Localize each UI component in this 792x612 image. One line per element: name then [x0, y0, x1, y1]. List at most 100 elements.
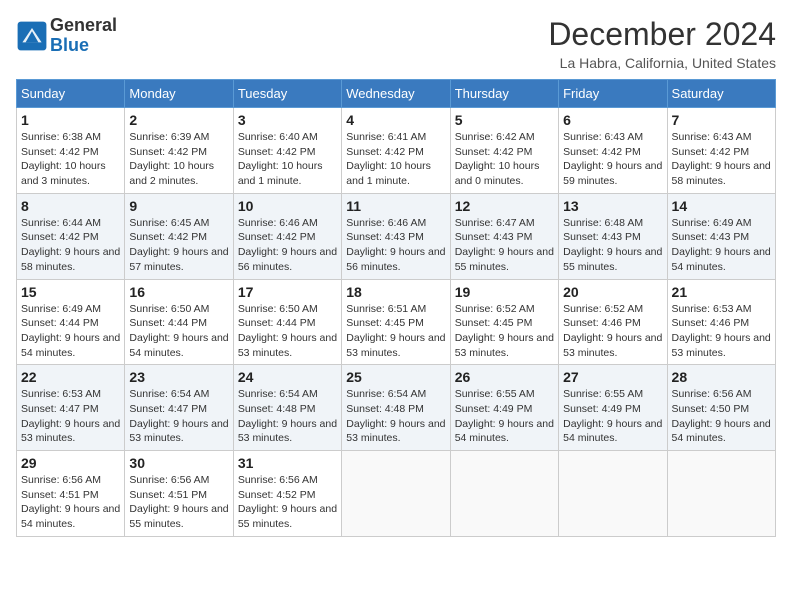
day-number: 10: [238, 198, 337, 214]
day-number: 13: [563, 198, 662, 214]
calendar-cell: 16Sunrise: 6:50 AMSunset: 4:44 PMDayligh…: [125, 279, 233, 365]
day-info: Sunrise: 6:51 AMSunset: 4:45 PMDaylight:…: [346, 302, 445, 361]
calendar-week-3: 15Sunrise: 6:49 AMSunset: 4:44 PMDayligh…: [17, 279, 776, 365]
calendar-cell: 31 Sunrise: 6:56 AMSunset: 4:52 PMDayligh…: [233, 451, 341, 537]
day-number: 8: [21, 198, 120, 214]
calendar-cell: 21 Sunrise: 6:53 AMSunset: 4:46 PMDayligh…: [667, 279, 775, 365]
day-info: Sunrise: 6:54 AMSunset: 4:47 PMDaylight:…: [129, 387, 228, 446]
day-info: Sunrise: 6:52 AMSunset: 4:46 PMDaylight:…: [563, 302, 662, 361]
day-number: 1: [21, 112, 120, 128]
day-number: 18: [346, 284, 445, 300]
day-info: Sunrise: 6:46 AMSunset: 4:43 PMDaylight:…: [346, 216, 445, 275]
day-number: 5: [455, 112, 554, 128]
title-block: December 2024 La Habra, California, Unit…: [548, 16, 776, 71]
day-info: Sunrise: 6:48 AMSunset: 4:43 PMDaylight:…: [563, 216, 662, 275]
day-info: Sunrise: 6:40 AMSunset: 4:42 PMDaylight:…: [238, 130, 337, 189]
calendar-cell: 10 Sunrise: 6:46 AMSunset: 4:42 PMDayligh…: [233, 193, 341, 279]
day-info: Sunrise: 6:52 AMSunset: 4:45 PMDaylight:…: [455, 302, 554, 361]
day-number: 23: [129, 369, 228, 385]
day-info: Sunrise: 6:46 AMSunset: 4:42 PMDaylight:…: [238, 216, 337, 275]
header-wednesday: Wednesday: [342, 80, 450, 108]
day-number: 7: [672, 112, 771, 128]
calendar-cell: 4 Sunrise: 6:41 AMSunset: 4:42 PMDaylight…: [342, 108, 450, 194]
location-text: La Habra, California, United States: [548, 55, 776, 71]
day-number: 17: [238, 284, 337, 300]
month-title: December 2024: [548, 16, 776, 53]
day-info: Sunrise: 6:41 AMSunset: 4:42 PMDaylight:…: [346, 130, 445, 189]
calendar-cell: 13 Sunrise: 6:48 AMSunset: 4:43 PMDayligh…: [559, 193, 667, 279]
calendar-cell: 1Sunrise: 6:38 AMSunset: 4:42 PMDaylight…: [17, 108, 125, 194]
day-info: Sunrise: 6:56 AMSunset: 4:50 PMDaylight:…: [672, 387, 771, 446]
day-number: 27: [563, 369, 662, 385]
day-info: Sunrise: 6:42 AMSunset: 4:42 PMDaylight:…: [455, 130, 554, 189]
calendar-cell: 11 Sunrise: 6:46 AMSunset: 4:43 PMDayligh…: [342, 193, 450, 279]
day-number: 4: [346, 112, 445, 128]
day-info: Sunrise: 6:53 AMSunset: 4:46 PMDaylight:…: [672, 302, 771, 361]
calendar-cell: 23 Sunrise: 6:54 AMSunset: 4:47 PMDayligh…: [125, 365, 233, 451]
calendar-cell: [559, 451, 667, 537]
calendar-cell: 17Sunrise: 6:50 AMSunset: 4:44 PMDayligh…: [233, 279, 341, 365]
day-number: 6: [563, 112, 662, 128]
day-number: 3: [238, 112, 337, 128]
day-number: 26: [455, 369, 554, 385]
calendar-cell: 20 Sunrise: 6:52 AMSunset: 4:46 PMDayligh…: [559, 279, 667, 365]
day-info: Sunrise: 6:49 AMSunset: 4:44 PMDaylight:…: [21, 302, 120, 361]
calendar-cell: 29Sunrise: 6:56 AMSunset: 4:51 PMDayligh…: [17, 451, 125, 537]
header-monday: Monday: [125, 80, 233, 108]
day-number: 21: [672, 284, 771, 300]
calendar-cell: 19 Sunrise: 6:52 AMSunset: 4:45 PMDayligh…: [450, 279, 558, 365]
day-info: Sunrise: 6:43 AMSunset: 4:42 PMDaylight:…: [672, 130, 771, 189]
day-number: 16: [129, 284, 228, 300]
calendar-week-5: 29Sunrise: 6:56 AMSunset: 4:51 PMDayligh…: [17, 451, 776, 537]
calendar-cell: 26 Sunrise: 6:55 AMSunset: 4:49 PMDayligh…: [450, 365, 558, 451]
page-header: General Blue December 2024 La Habra, Cal…: [16, 16, 776, 71]
day-number: 19: [455, 284, 554, 300]
calendar-cell: 14Sunrise: 6:49 AMSunset: 4:43 PMDayligh…: [667, 193, 775, 279]
day-number: 11: [346, 198, 445, 214]
calendar-header-row: SundayMondayTuesdayWednesdayThursdayFrid…: [17, 80, 776, 108]
day-number: 22: [21, 369, 120, 385]
day-info: Sunrise: 6:39 AMSunset: 4:42 PMDaylight:…: [129, 130, 228, 189]
day-info: Sunrise: 6:45 AMSunset: 4:42 PMDaylight:…: [129, 216, 228, 275]
day-info: Sunrise: 6:43 AMSunset: 4:42 PMDaylight:…: [563, 130, 662, 189]
calendar-week-2: 8 Sunrise: 6:44 AMSunset: 4:42 PMDaylight…: [17, 193, 776, 279]
day-number: 12: [455, 198, 554, 214]
calendar-cell: 7 Sunrise: 6:43 AMSunset: 4:42 PMDaylight…: [667, 108, 775, 194]
calendar-week-1: 1Sunrise: 6:38 AMSunset: 4:42 PMDaylight…: [17, 108, 776, 194]
day-info: Sunrise: 6:54 AMSunset: 4:48 PMDaylight:…: [346, 387, 445, 446]
day-info: Sunrise: 6:56 AMSunset: 4:52 PMDaylight:…: [238, 473, 337, 532]
logo-icon: [16, 20, 48, 52]
calendar-cell: [342, 451, 450, 537]
calendar-cell: 9Sunrise: 6:45 AMSunset: 4:42 PMDaylight…: [125, 193, 233, 279]
calendar-cell: 22Sunrise: 6:53 AMSunset: 4:47 PMDayligh…: [17, 365, 125, 451]
header-friday: Friday: [559, 80, 667, 108]
day-info: Sunrise: 6:55 AMSunset: 4:49 PMDaylight:…: [563, 387, 662, 446]
calendar-cell: 30Sunrise: 6:56 AMSunset: 4:51 PMDayligh…: [125, 451, 233, 537]
day-info: Sunrise: 6:44 AMSunset: 4:42 PMDaylight:…: [21, 216, 120, 275]
logo-blue-text: Blue: [50, 35, 89, 55]
calendar-cell: 28 Sunrise: 6:56 AMSunset: 4:50 PMDayligh…: [667, 365, 775, 451]
day-number: 20: [563, 284, 662, 300]
calendar-week-4: 22Sunrise: 6:53 AMSunset: 4:47 PMDayligh…: [17, 365, 776, 451]
calendar-table: SundayMondayTuesdayWednesdayThursdayFrid…: [16, 79, 776, 537]
calendar-cell: 2Sunrise: 6:39 AMSunset: 4:42 PMDaylight…: [125, 108, 233, 194]
calendar-cell: 3 Sunrise: 6:40 AMSunset: 4:42 PMDaylight…: [233, 108, 341, 194]
calendar-cell: 5 Sunrise: 6:42 AMSunset: 4:42 PMDaylight…: [450, 108, 558, 194]
header-tuesday: Tuesday: [233, 80, 341, 108]
day-number: 30: [129, 455, 228, 471]
calendar-cell: 25 Sunrise: 6:54 AMSunset: 4:48 PMDayligh…: [342, 365, 450, 451]
calendar-cell: 18 Sunrise: 6:51 AMSunset: 4:45 PMDayligh…: [342, 279, 450, 365]
day-number: 29: [21, 455, 120, 471]
logo-general-text: General: [50, 15, 117, 35]
day-number: 31: [238, 455, 337, 471]
day-number: 24: [238, 369, 337, 385]
day-info: Sunrise: 6:55 AMSunset: 4:49 PMDaylight:…: [455, 387, 554, 446]
logo: General Blue: [16, 16, 117, 56]
calendar-cell: 6 Sunrise: 6:43 AMSunset: 4:42 PMDaylight…: [559, 108, 667, 194]
calendar-cell: 24Sunrise: 6:54 AMSunset: 4:48 PMDayligh…: [233, 365, 341, 451]
calendar-cell: 8 Sunrise: 6:44 AMSunset: 4:42 PMDaylight…: [17, 193, 125, 279]
day-number: 14: [672, 198, 771, 214]
day-number: 28: [672, 369, 771, 385]
day-number: 25: [346, 369, 445, 385]
calendar-cell: 12Sunrise: 6:47 AMSunset: 4:43 PMDayligh…: [450, 193, 558, 279]
